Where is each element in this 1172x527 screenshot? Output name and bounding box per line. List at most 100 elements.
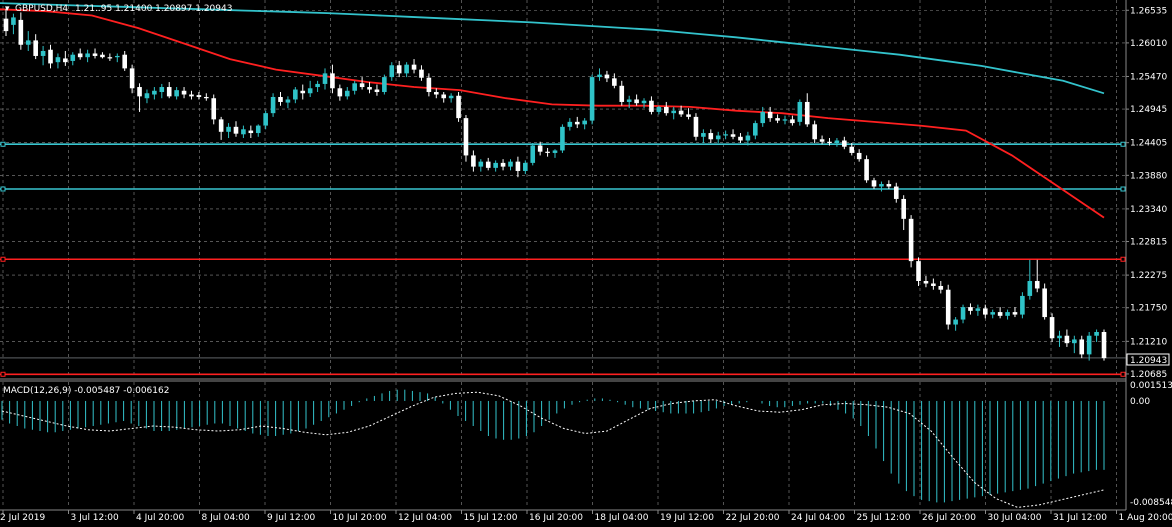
candle-body	[426, 77, 432, 93]
price-tick-label: 1.24945	[1130, 105, 1167, 115]
candle-body	[567, 121, 573, 127]
cyan-level-1-handle[interactable]	[1120, 141, 1126, 147]
candle-body	[990, 312, 996, 315]
candle-body	[55, 57, 61, 63]
candle-body	[181, 90, 187, 95]
candle-body	[478, 161, 484, 167]
candle-body	[278, 96, 283, 102]
candle-body	[804, 101, 810, 125]
candle-body	[745, 135, 751, 141]
cyan-level-2-handle[interactable]	[1120, 186, 1126, 192]
candle-body	[1049, 317, 1055, 339]
time-tick-label: 8 Jul 04:00	[202, 513, 251, 523]
candle-body	[812, 124, 817, 140]
candle-body	[1042, 288, 1047, 318]
candle-body	[70, 54, 76, 61]
candle-body	[842, 140, 847, 147]
candle-body	[678, 110, 684, 115]
candle-body	[189, 94, 194, 97]
candle-body	[597, 74, 602, 78]
candle-body	[589, 77, 595, 121]
time-tick-label: 31 Jul 12:00	[1053, 513, 1107, 523]
candle-body	[77, 53, 83, 58]
candle-body	[448, 95, 454, 99]
time-tick-label: 10 Jul 20:00	[333, 513, 387, 523]
candle-body	[374, 89, 380, 93]
candle-body	[649, 100, 654, 112]
symbol-arrow-icon[interactable]: ▾	[5, 4, 10, 14]
candle-body	[545, 151, 550, 153]
candle-body	[248, 130, 254, 134]
candle-body	[701, 133, 706, 137]
candle-body	[767, 111, 773, 119]
red-level-1-handle[interactable]	[0, 256, 6, 262]
candle-body	[18, 19, 24, 45]
candle-body	[945, 289, 951, 325]
price-tick-label: 1.26535	[1130, 6, 1167, 16]
candle-body	[1064, 335, 1070, 344]
price-tick-label: 1.21210	[1130, 337, 1167, 347]
candle-body	[48, 49, 53, 64]
candle-body	[255, 125, 261, 134]
candle-body	[671, 110, 677, 114]
candle-body	[174, 90, 179, 97]
candle-body	[856, 152, 862, 160]
price-tick-label: 1.20685	[1130, 370, 1167, 380]
time-tick-label: 1 Aug 20:00	[1119, 513, 1172, 523]
cyan-level-2-handle[interactable]	[0, 186, 6, 192]
candle-body	[641, 100, 647, 104]
candle-body	[471, 155, 476, 167]
candle-body	[656, 106, 662, 112]
candle-body	[968, 307, 973, 311]
candle-body	[3, 18, 9, 32]
candle-body	[144, 93, 150, 99]
candle-body	[159, 87, 165, 93]
time-tick-label: 30 Jul 04:00	[988, 513, 1042, 523]
candle-body	[137, 87, 142, 97]
candle-body	[1005, 312, 1010, 316]
time-tick-label: 25 Jul 12:00	[857, 513, 911, 523]
candle-body	[1079, 339, 1085, 355]
price-tick-label: 1.26010	[1130, 39, 1167, 49]
price-tick-label: 1.22275	[1130, 271, 1167, 281]
candle-body	[693, 116, 699, 137]
candle-body	[834, 140, 840, 143]
red-level-1-handle[interactable]	[1120, 256, 1126, 262]
candle-body	[960, 307, 966, 320]
time-tick-label: 2 Jul 2019	[0, 513, 45, 523]
candle-body	[226, 126, 231, 132]
candle-body	[382, 77, 387, 93]
candle-body	[849, 146, 855, 153]
candle-body	[263, 113, 268, 126]
candle-body	[515, 161, 521, 171]
macd-label: MACD(12,26,9) -0.005487 -0.006162	[3, 386, 169, 396]
candle-body	[1072, 339, 1077, 344]
candle-body	[129, 68, 135, 89]
candle-body	[626, 99, 632, 102]
candle-body	[241, 129, 246, 135]
red-level-2-handle[interactable]	[1120, 371, 1126, 377]
candle-body	[419, 69, 424, 78]
time-tick-label: 12 Jul 04:00	[398, 513, 452, 523]
candle-body	[11, 17, 16, 25]
candle-body	[396, 65, 402, 74]
red-level-2-handle[interactable]	[0, 371, 6, 377]
time-tick-label: 22 Jul 20:00	[726, 513, 780, 523]
candle-body	[1027, 281, 1033, 296]
candle-body	[893, 186, 899, 199]
candle-body	[1012, 312, 1018, 315]
cyan-level-1-handle[interactable]	[0, 141, 6, 147]
candle-body	[953, 319, 958, 325]
candle-body	[708, 133, 714, 140]
time-tick-label: 3 Jul 12:00	[71, 513, 120, 523]
candle-body	[315, 83, 320, 88]
chart-canvas[interactable]: 1.26535 1.26010 1.25470 1.24945 1.24405 1.238…	[0, 0, 1172, 527]
candle-body	[218, 119, 224, 132]
time-tick-label: 18 Jul 04:00	[595, 513, 649, 523]
price-tick-label: 1.22815	[1130, 238, 1167, 248]
price-tick-label: 1.24405	[1130, 139, 1167, 149]
candle-body	[166, 87, 172, 97]
candle-body	[508, 161, 513, 167]
candle-body	[560, 126, 565, 151]
candle-body	[404, 64, 409, 74]
